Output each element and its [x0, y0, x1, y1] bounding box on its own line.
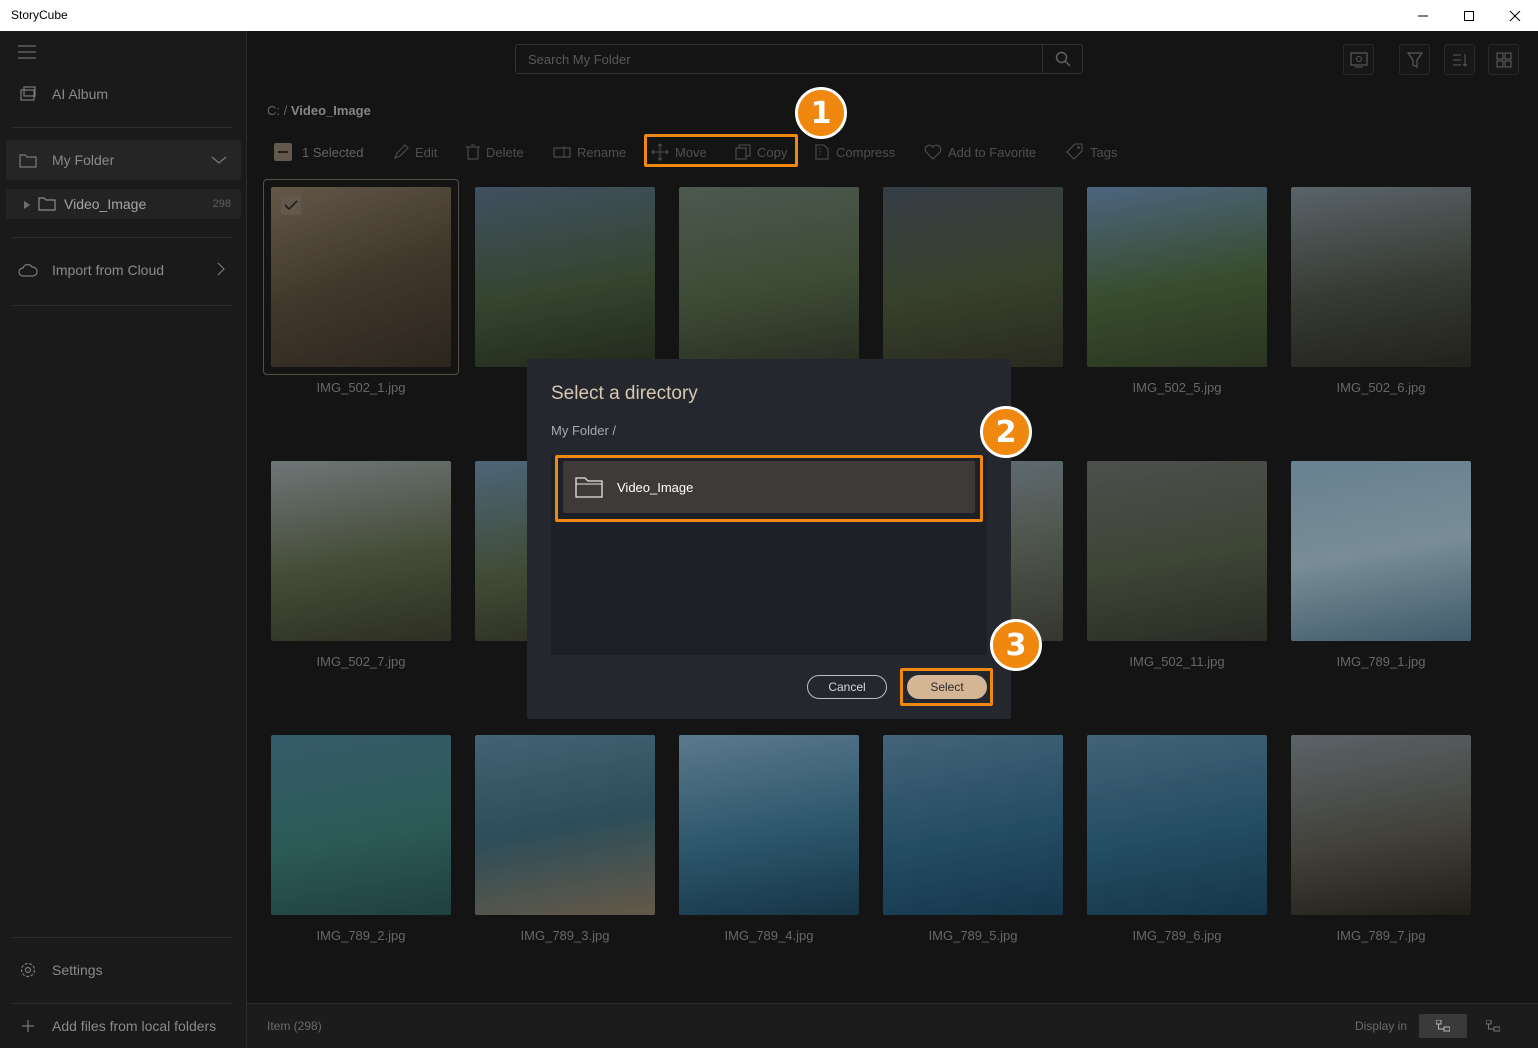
highlight-move-copy — [644, 134, 798, 167]
display-in-label: Display in — [1355, 1019, 1408, 1033]
divider — [12, 305, 233, 306]
minimize-button[interactable] — [1400, 0, 1446, 31]
cloud-icon — [18, 260, 38, 280]
select-directory-dialog: Select a directory My Folder / Video_Ima… — [527, 359, 1011, 719]
sidebar-item-label: Settings — [52, 962, 103, 978]
title-bar: StoryCube — [0, 0, 1538, 31]
sidebar-item-label: My Folder — [52, 152, 115, 168]
folder-name: Video_Image — [64, 196, 147, 212]
album-icon — [18, 84, 38, 104]
hamburger-menu-icon[interactable] — [18, 45, 36, 59]
sidebar-item-video-image[interactable]: Video_Image 298 — [6, 189, 241, 219]
highlight-directory-item — [555, 455, 983, 522]
divider — [12, 237, 233, 238]
sidebar-item-my-folder[interactable]: My Folder — [6, 140, 241, 180]
status-bar: Item (298) Display in — [247, 1003, 1538, 1048]
sidebar: AI Album My Folder Video_Image 298 Impor… — [0, 31, 247, 1048]
sidebar-item-label: Import from Cloud — [52, 262, 165, 278]
sidebar-item-settings[interactable]: Settings — [6, 957, 241, 983]
item-count: Item (298) — [267, 1019, 322, 1033]
display-tree-button[interactable] — [1419, 1014, 1467, 1038]
sidebar-item-label: AI Album — [52, 86, 109, 102]
step-badge-3: 3 — [990, 619, 1042, 671]
display-list-button[interactable] — [1469, 1014, 1517, 1038]
step-badge-2: 2 — [980, 406, 1032, 458]
close-button[interactable] — [1492, 0, 1538, 31]
sidebar-item-label: Add files from local folders — [52, 1018, 217, 1034]
folder-count: 298 — [212, 198, 231, 210]
expand-arrow-icon[interactable] — [24, 196, 30, 212]
chevron-right-icon — [217, 262, 225, 279]
divider — [12, 127, 233, 128]
tree-view-icon — [1436, 1020, 1450, 1032]
plus-icon — [18, 1016, 38, 1036]
add-local-folders-button[interactable]: Add files from local folders — [6, 1013, 241, 1039]
tree-view-alt-icon — [1486, 1020, 1500, 1032]
maximize-button[interactable] — [1446, 0, 1492, 31]
chevron-down-icon[interactable] — [211, 152, 227, 168]
dialog-path: My Folder / — [551, 423, 617, 438]
app-title: StoryCube — [11, 8, 68, 22]
dialog-title: Select a directory — [551, 383, 698, 404]
gear-icon — [18, 960, 38, 980]
sidebar-item-import-cloud[interactable]: Import from Cloud — [6, 257, 241, 283]
folder-icon — [38, 195, 56, 214]
cancel-button[interactable]: Cancel — [807, 675, 887, 699]
folder-icon — [18, 150, 38, 170]
highlight-select-button — [900, 668, 993, 706]
divider — [12, 1003, 233, 1004]
sidebar-item-ai-album[interactable]: AI Album — [6, 81, 241, 107]
step-badge-1: 1 — [795, 87, 847, 139]
divider — [12, 937, 233, 938]
